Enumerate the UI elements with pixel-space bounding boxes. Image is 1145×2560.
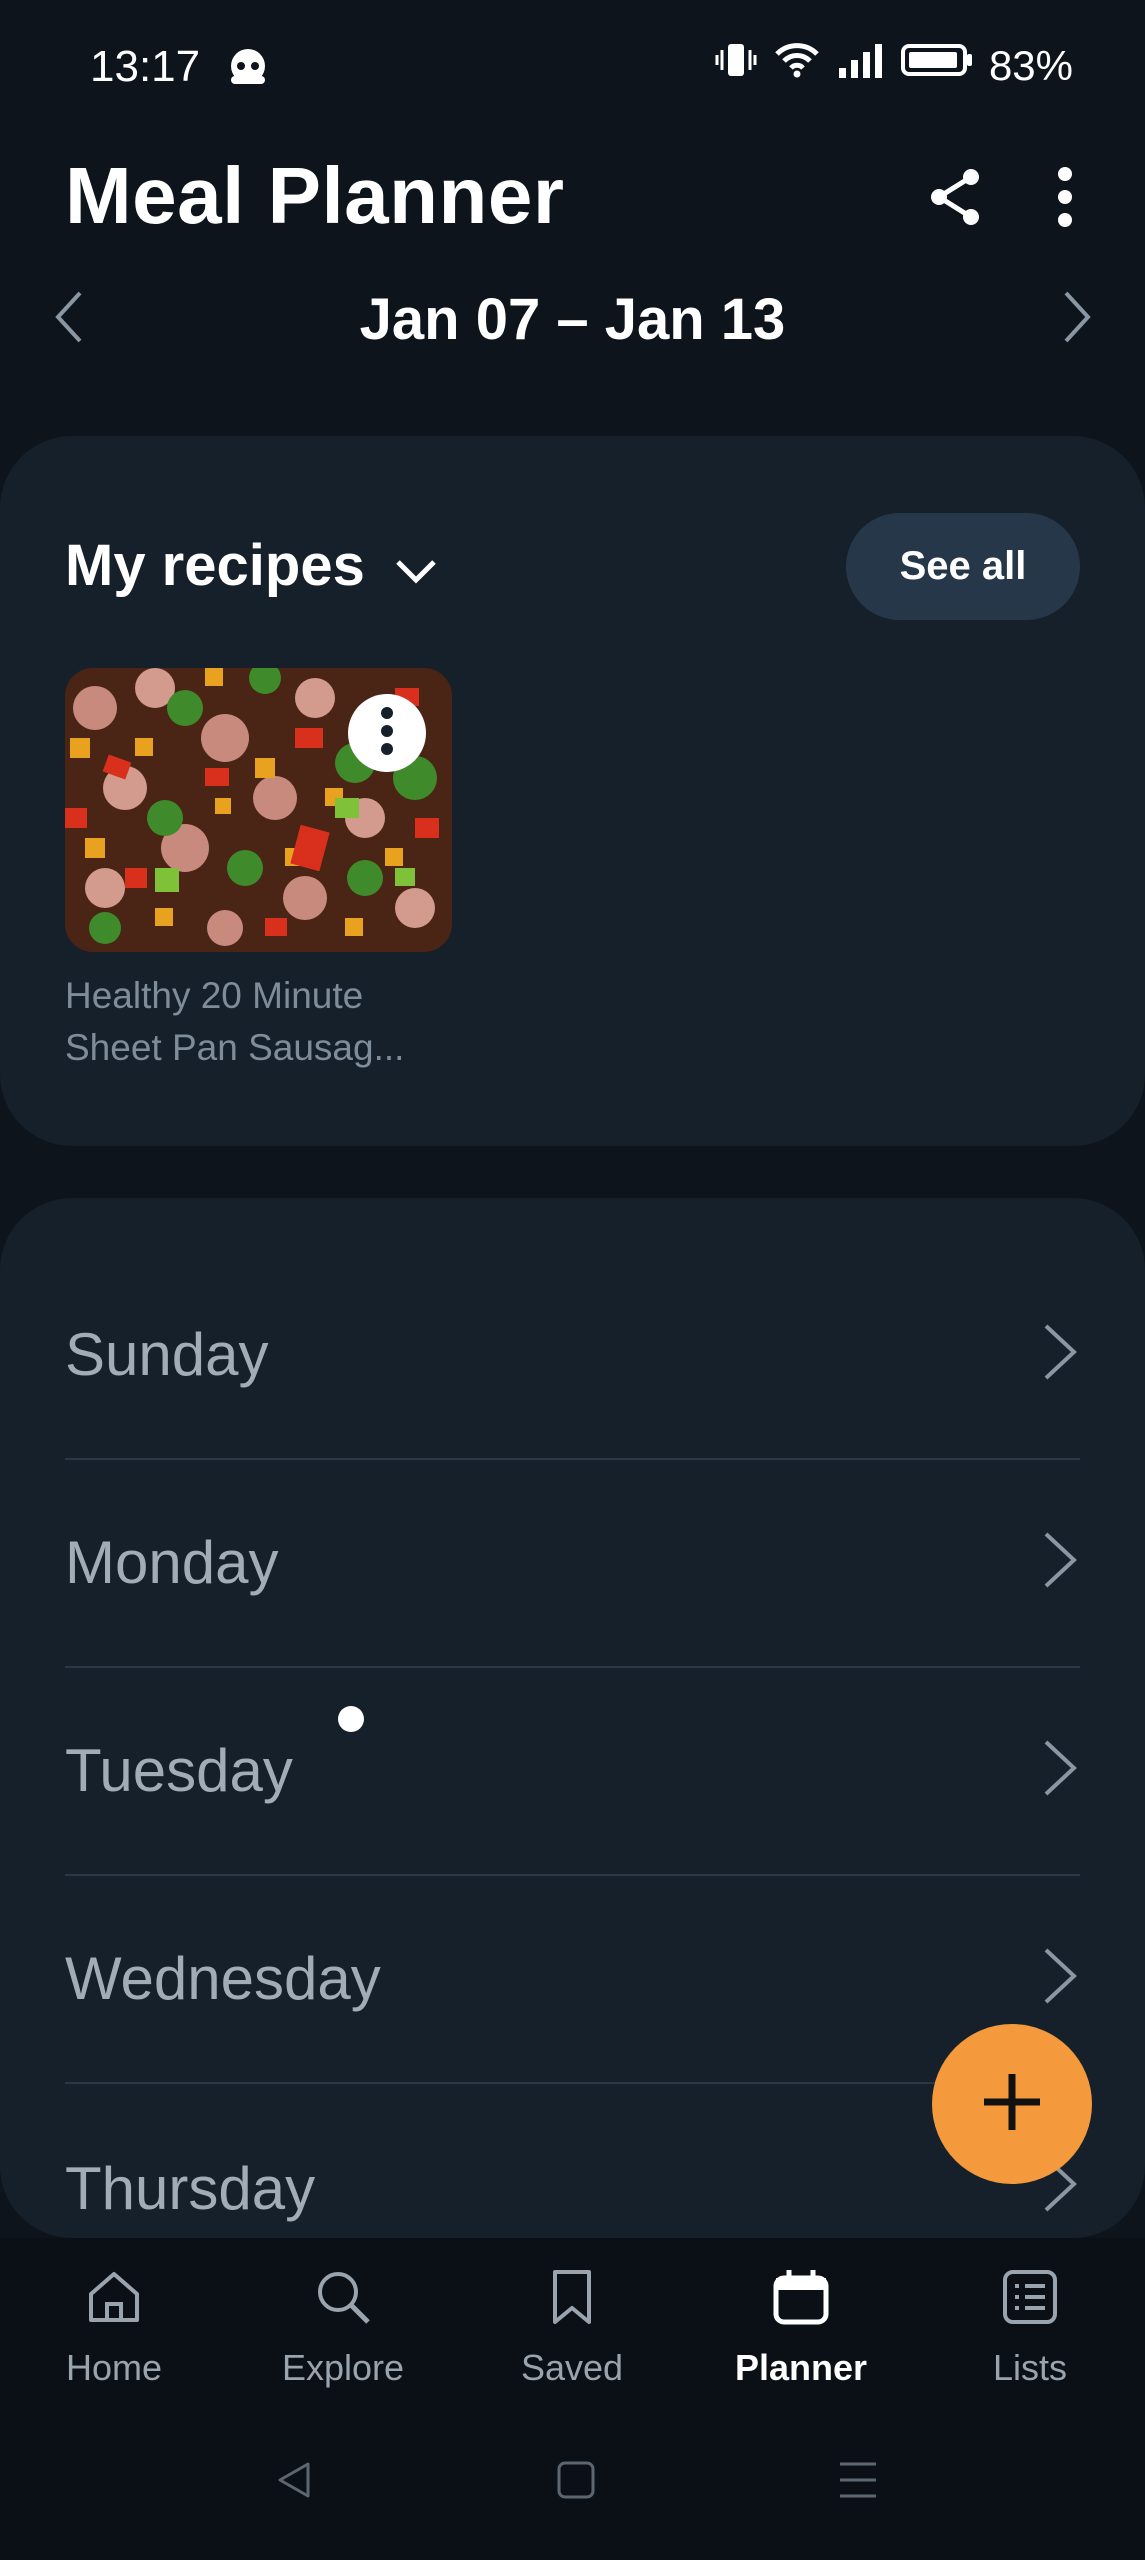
page-title: Meal Planner (65, 151, 565, 240)
list-icon (999, 2266, 1061, 2333)
home-icon (83, 2266, 145, 2333)
wifi-icon (773, 40, 821, 91)
bookmark-icon (541, 2266, 603, 2333)
day-row-tuesday[interactable]: Tuesday (65, 1666, 1080, 1876)
nav-label: Explore (281, 2347, 405, 2388)
signal-icon (837, 40, 885, 91)
week-range: Jan 07 – Jan 13 (359, 287, 786, 352)
search-icon (312, 2266, 374, 2333)
next-week-button[interactable] (1050, 286, 1106, 352)
status-icons: 83% (715, 40, 1073, 91)
chevron-right-icon (1062, 289, 1094, 350)
more-options-button[interactable] (1030, 164, 1100, 234)
day-label: Wednesday (65, 1944, 381, 2012)
chevron-right-icon (1040, 1738, 1080, 1803)
chevron-right-icon (1040, 1946, 1080, 2011)
day-row-thursday[interactable]: Thursday (65, 2082, 1080, 2238)
recipe-name[interactable]: Healthy 20 Minute Sheet Pan Sausag... (65, 970, 465, 1074)
recipe-options-button[interactable] (348, 694, 426, 772)
battery-icon (900, 40, 973, 91)
home-square-icon (554, 2461, 598, 2506)
system-menu-button[interactable] (836, 2458, 880, 2507)
nav-label: Planner (734, 2347, 868, 2388)
menu-lines-icon (836, 2462, 880, 2506)
nav-label: Saved (520, 2347, 624, 2388)
nav-explore[interactable]: Explore (243, 2266, 443, 2389)
day-row-sunday[interactable]: Sunday (65, 1250, 1080, 1460)
day-label: Sunday (65, 1320, 269, 1388)
more-vert-icon (1055, 166, 1075, 233)
nav-label: Home (65, 2347, 163, 2388)
share-icon (927, 167, 983, 232)
day-label: Tuesday (65, 1736, 293, 1804)
plus-icon (980, 2070, 1044, 2139)
day-label: Thursday (65, 2155, 316, 2222)
nav-saved[interactable]: Saved (472, 2266, 672, 2389)
day-row-monday[interactable]: Monday (65, 1458, 1080, 1668)
chevron-right-icon (1040, 1322, 1080, 1387)
nav-planner[interactable]: Planner (701, 2266, 901, 2389)
touch-indicator (338, 1706, 364, 1732)
nav-label: Lists (992, 2347, 1068, 2388)
chevron-right-icon (1040, 1530, 1080, 1595)
vibrate-icon (715, 40, 757, 91)
share-button[interactable] (920, 164, 990, 234)
recipes-dropdown[interactable]: My recipes (65, 532, 437, 599)
battery-percent: 83% (988, 41, 1073, 89)
day-row-wednesday[interactable]: Wednesday (65, 1874, 1080, 2084)
day-label: Monday (65, 1528, 279, 1596)
see-all-button[interactable]: See all (846, 513, 1080, 620)
add-fab-button[interactable] (932, 2024, 1092, 2184)
system-home-button[interactable] (554, 2458, 598, 2507)
back-triangle-icon (272, 2462, 316, 2506)
more-vert-icon (380, 706, 394, 761)
calendar-icon (770, 2266, 832, 2333)
recipes-title: My recipes (65, 533, 365, 598)
nav-lists[interactable]: Lists (930, 2266, 1130, 2389)
status-time: 13:17 (90, 42, 201, 91)
system-back-button[interactable] (272, 2458, 316, 2507)
chevron-down-icon (395, 532, 437, 599)
assistant-face-icon (226, 46, 270, 91)
nav-home[interactable]: Home (14, 2266, 214, 2389)
